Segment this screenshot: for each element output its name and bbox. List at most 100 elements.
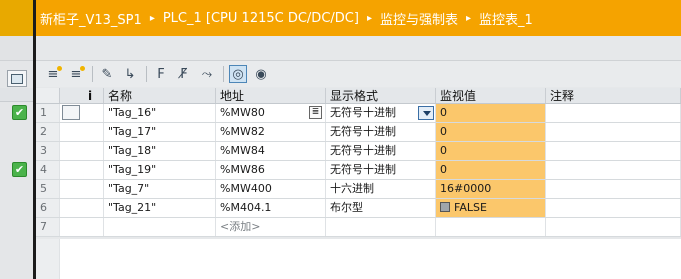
toolbar-separator xyxy=(223,66,224,82)
row-info-cell[interactable] xyxy=(60,142,104,160)
editor-blank-strip xyxy=(36,36,681,61)
comment-cell[interactable] xyxy=(546,199,681,217)
col-header-number xyxy=(36,88,60,103)
chevron-down-icon[interactable] xyxy=(418,106,434,120)
address-text: %MW80 xyxy=(220,106,265,119)
left-toolbar-icon[interactable] xyxy=(7,70,27,87)
left-row-1: ✔ xyxy=(0,103,33,122)
table-empty-area[interactable] xyxy=(36,239,681,279)
display-format-cell[interactable]: 无符号十进制 xyxy=(326,123,436,141)
address-cell[interactable]: %MW84 xyxy=(216,142,326,160)
insert-row-icon[interactable]: ≡ xyxy=(44,65,62,83)
monitor-value-cell: 0 xyxy=(436,161,546,179)
force-icon[interactable]: F xyxy=(152,65,170,83)
breadcrumb-item-project[interactable]: 新柜子_V13_SP1 xyxy=(40,9,142,28)
breadcrumb: 新柜子_V13_SP1 ▸ PLC_1 [CPU 1215C DC/DC/DC]… xyxy=(36,0,681,36)
row-number: 5 xyxy=(36,180,60,198)
row-info-cell[interactable] xyxy=(60,218,104,236)
display-format-text: 无符号十进制 xyxy=(330,106,396,119)
toolbar-separator xyxy=(146,66,147,82)
tag-name-cell[interactable]: "Tag_16" xyxy=(104,104,216,122)
table-row[interactable]: 6 "Tag_21" %M404.1 布尔型 FALSE xyxy=(36,199,681,218)
comment-cell[interactable] xyxy=(546,180,681,198)
row-selector[interactable] xyxy=(62,105,80,120)
col-header-info: i xyxy=(60,88,104,103)
row-info-cell[interactable] xyxy=(60,123,104,141)
watch-table: i 名称 地址 显示格式 监视值 注释 1 "Tag_16" %MW80 ≣ 无符… xyxy=(36,88,681,237)
row-number: 3 xyxy=(36,142,60,160)
monitor-value-cell: FALSE xyxy=(436,199,546,217)
table-header: i 名称 地址 显示格式 监视值 注释 xyxy=(36,88,681,104)
left-panel-column-header xyxy=(0,88,33,102)
trigger-icon[interactable]: ⤳ xyxy=(198,65,216,83)
modify-value-icon[interactable]: ✎ xyxy=(98,65,116,83)
table-row[interactable]: 1 "Tag_16" %MW80 ≣ 无符号十进制 0 xyxy=(36,104,681,123)
table-row[interactable]: 7 <添加> xyxy=(36,218,681,237)
row-number: 4 xyxy=(36,161,60,179)
display-format-cell[interactable]: 无符号十进制 xyxy=(326,161,436,179)
comment-cell[interactable] xyxy=(546,161,681,179)
left-panel-header xyxy=(0,0,33,36)
col-header-comment[interactable]: 注释 xyxy=(546,88,681,103)
monitor-once-icon[interactable]: ◉ xyxy=(252,65,270,83)
breadcrumb-item-watch-table[interactable]: 监控表_1 xyxy=(479,9,533,28)
display-format-cell[interactable]: 无符号十进制 xyxy=(326,104,436,122)
left-panel: ✔ ✔ xyxy=(0,36,33,279)
address-cell[interactable]: %MW86 xyxy=(216,161,326,179)
toolbar-separator xyxy=(92,66,93,82)
display-format-cell[interactable]: 无符号十进制 xyxy=(326,142,436,160)
unforce-icon[interactable]: F̸ xyxy=(175,65,193,83)
row-number: 6 xyxy=(36,199,60,217)
display-format-cell[interactable]: 布尔型 xyxy=(326,199,436,217)
table-row[interactable]: 5 "Tag_7" %MW400 十六进制 16#0000 xyxy=(36,180,681,199)
comment-cell[interactable] xyxy=(546,123,681,141)
row-number: 1 xyxy=(36,104,60,122)
toolbar: ≡ ≡ ✎ ↳ F F̸ ⤳ ◎ ◉ xyxy=(36,61,681,87)
address-cell[interactable]: %M404.1 xyxy=(216,199,326,217)
empty-number-column xyxy=(36,239,60,279)
display-format-cell[interactable] xyxy=(326,218,436,236)
col-header-display-format[interactable]: 显示格式 xyxy=(326,88,436,103)
breadcrumb-item-plc[interactable]: PLC_1 [CPU 1215C DC/DC/DC] xyxy=(163,11,359,26)
list-icon[interactable]: ≣ xyxy=(309,106,322,119)
add-row-placeholder[interactable]: <添加> xyxy=(216,218,326,236)
monitor-value-text: FALSE xyxy=(454,201,487,214)
modify-now-icon[interactable]: ↳ xyxy=(121,65,139,83)
comment-cell[interactable] xyxy=(546,104,681,122)
tag-name-cell[interactable] xyxy=(104,218,216,236)
display-format-cell[interactable]: 十六进制 xyxy=(326,180,436,198)
add-row-icon[interactable]: ≡ xyxy=(67,65,85,83)
comment-cell[interactable] xyxy=(546,142,681,160)
col-header-address[interactable]: 地址 xyxy=(216,88,326,103)
tag-name-cell[interactable]: "Tag_19" xyxy=(104,161,216,179)
monitor-value-cell: 16#0000 xyxy=(436,180,546,198)
tag-name-cell[interactable]: "Tag_18" xyxy=(104,142,216,160)
left-row-4: ✔ xyxy=(0,160,33,179)
row-info-cell[interactable] xyxy=(60,180,104,198)
comment-cell[interactable] xyxy=(546,218,681,236)
address-cell[interactable]: %MW400 xyxy=(216,180,326,198)
row-number: 2 xyxy=(36,123,60,141)
monitor-all-icon[interactable]: ◎ xyxy=(229,65,247,83)
col-header-monitor-value[interactable]: 监视值 xyxy=(436,88,546,103)
monitor-value-cell: 0 xyxy=(436,123,546,141)
monitor-value-cell xyxy=(436,218,546,236)
table-row[interactable]: 4 "Tag_19" %MW86 无符号十进制 0 xyxy=(36,161,681,180)
breadcrumb-separator-icon: ▸ xyxy=(366,12,372,24)
address-cell[interactable]: %MW80 ≣ xyxy=(216,104,326,122)
check-icon: ✔ xyxy=(12,105,27,120)
table-row[interactable]: 3 "Tag_18" %MW84 无符号十进制 0 xyxy=(36,142,681,161)
breadcrumb-separator-icon: ▸ xyxy=(465,12,472,24)
monitor-value-cell: 0 xyxy=(436,142,546,160)
address-cell[interactable]: %MW82 xyxy=(216,123,326,141)
table-row[interactable]: 2 "Tag_17" %MW82 无符号十进制 0 xyxy=(36,123,681,142)
tag-name-cell[interactable]: "Tag_7" xyxy=(104,180,216,198)
col-header-name[interactable]: 名称 xyxy=(104,88,216,103)
tag-name-cell[interactable]: "Tag_17" xyxy=(104,123,216,141)
row-info-cell[interactable] xyxy=(60,161,104,179)
breadcrumb-separator-icon: ▸ xyxy=(149,12,155,24)
row-info-cell[interactable] xyxy=(60,199,104,217)
tag-name-cell[interactable]: "Tag_21" xyxy=(104,199,216,217)
breadcrumb-item-watch-force-tables[interactable]: 监控与强制表 xyxy=(380,9,458,28)
row-info-cell[interactable] xyxy=(60,104,104,122)
